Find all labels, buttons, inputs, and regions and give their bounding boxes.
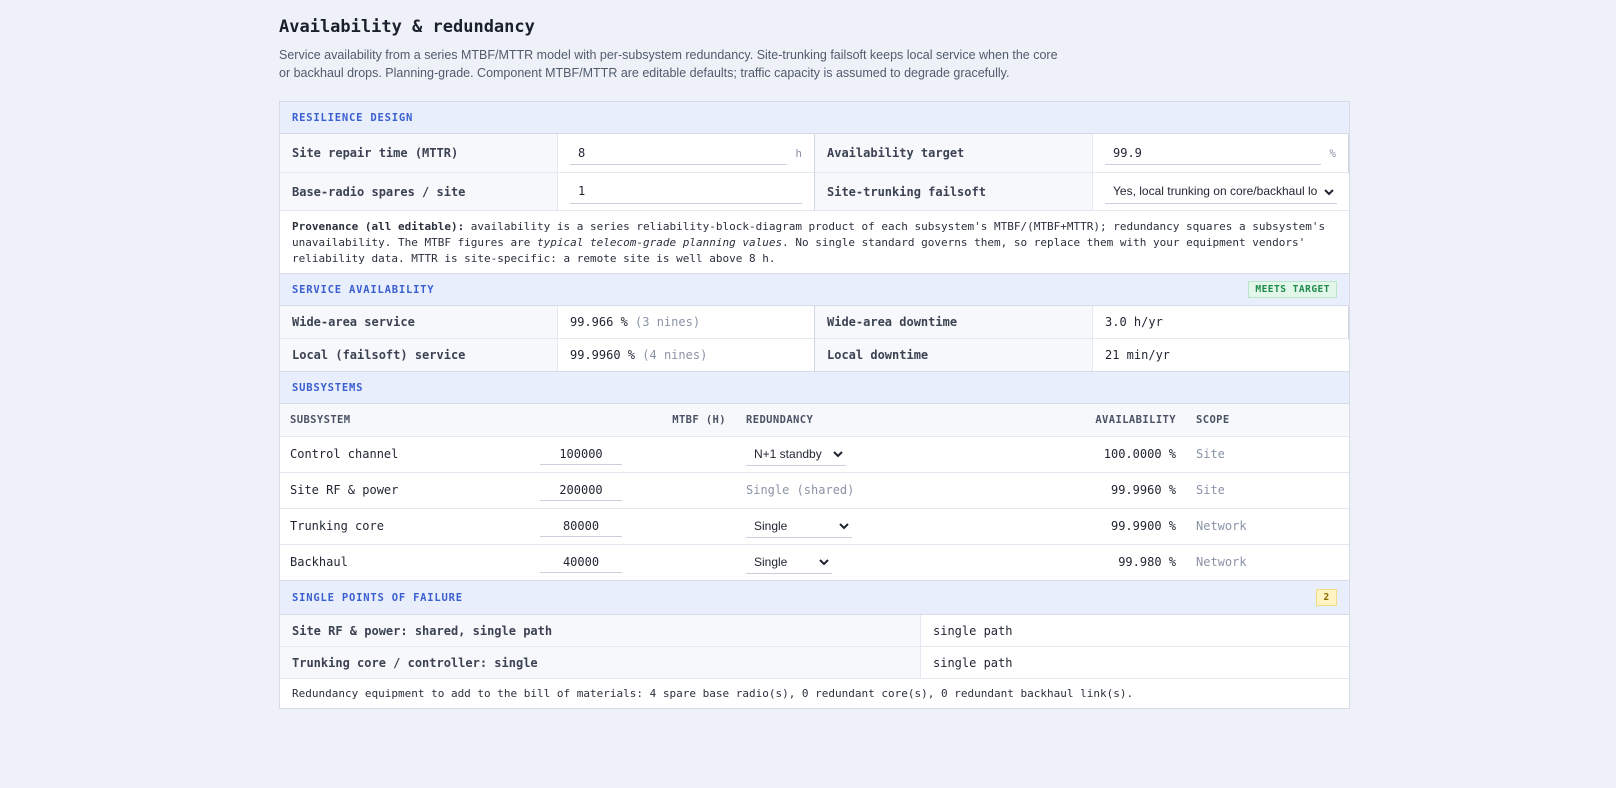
redundancy-cell: Single (736, 508, 936, 545)
mttr-unit: h (795, 146, 802, 160)
availability-value: 99.9960 % (936, 472, 1186, 509)
local-label: Local (failsoft) service (280, 339, 558, 371)
mtbf-input[interactable] (540, 479, 622, 501)
mtbf-input[interactable] (540, 551, 622, 573)
subsystem-name: Control channel (280, 436, 520, 473)
table-row: Trunking core Single 99.9900 % Network (280, 508, 1349, 545)
mtbf-cell (520, 544, 736, 580)
target-unit: % (1329, 146, 1336, 160)
redundancy-cell: Single (736, 544, 936, 580)
mttr-label: Site repair time (MTTR) (280, 134, 558, 173)
spof-item-label: Trunking core / controller: single (280, 647, 921, 679)
col-scope: SCOPE (1186, 404, 1349, 437)
failsoft-cell: Yes, local trunking on core/backhaul los… (1093, 173, 1349, 211)
spares-label: Base-radio spares / site (280, 173, 558, 211)
subsystem-name: Site RF & power (280, 472, 520, 509)
spares-input[interactable] (570, 179, 802, 204)
table-row: Site RF & power Single (shared) 99.9960 … (280, 472, 1349, 509)
spof-section: SINGLE POINTS OF FAILURE 2 Site RF & pow… (279, 581, 1350, 709)
availability-value: 99.9900 % (936, 508, 1186, 545)
redundancy-select[interactable]: Single (746, 514, 852, 538)
mtbf-input[interactable] (540, 515, 622, 537)
failsoft-label: Site-trunking failsoft (815, 173, 1093, 211)
wide-area-label: Wide-area service (280, 306, 558, 339)
scope-value: Network (1186, 508, 1349, 545)
subsystem-name: Backhaul (290, 555, 348, 570)
redundancy-select[interactable]: N+1 standby (746, 442, 846, 466)
provenance-note: Provenance (all editable): availability … (292, 220, 1326, 265)
mtbf-input[interactable] (540, 443, 622, 465)
page-intro: Service availability from a series MTBF/… (279, 48, 1058, 80)
col-mtbf: MTBF (H) (520, 404, 736, 437)
target-input[interactable] (1105, 141, 1322, 165)
availability-value: 99.980 % (1118, 555, 1176, 570)
service-header: SERVICE AVAILABILITY MEETS TARGET (280, 274, 1349, 306)
col-subsystem: SUBSYSTEM (280, 404, 520, 437)
resilience-section: RESILIENCE DESIGN Site repair time (MTTR… (279, 101, 1350, 274)
scope-value: Site (1186, 472, 1349, 509)
resilience-header: RESILIENCE DESIGN (280, 102, 1349, 134)
mttr-input[interactable] (570, 141, 788, 165)
spof-count-badge: 2 (1316, 589, 1337, 606)
scope-value: Network (1196, 555, 1247, 570)
subsystems-header: SUBSYSTEMS (280, 372, 1349, 404)
subsystems-section: SUBSYSTEMS SUBSYSTEM MTBF (H) REDUNDANCY… (279, 372, 1350, 581)
status-badge: MEETS TARGET (1248, 281, 1337, 298)
page-title: Availability & redundancy (279, 17, 535, 37)
spof-item-label: Site RF & power: shared, single path (280, 615, 921, 647)
wide-downtime-value: 3.0 h/yr (1093, 306, 1349, 339)
availability-value: 100.0000 % (936, 436, 1186, 473)
spof-item-value: single path (921, 647, 1349, 679)
page: Availability & redundancy Service availa… (279, 0, 1350, 709)
mttr-cell: h (558, 134, 815, 173)
mtbf-cell (520, 508, 736, 545)
target-cell: % (1093, 134, 1349, 173)
spof-item-value: single path (921, 615, 1349, 647)
table-row: Control channel N+1 standby 100.0000 % S… (280, 436, 1349, 473)
wide-area-value: 99.966 % (3 nines) (558, 306, 815, 339)
redundancy-value: Single (shared) (736, 472, 936, 509)
spof-header: SINGLE POINTS OF FAILURE 2 (280, 581, 1349, 615)
wide-downtime-label: Wide-area downtime (815, 306, 1093, 339)
failsoft-select[interactable]: Yes, local trunking on core/backhaul los… (1105, 179, 1337, 204)
local-downtime-label: Local downtime (815, 339, 1093, 371)
target-label: Availability target (815, 134, 1093, 173)
redundancy-select[interactable]: Single (746, 550, 832, 575)
service-section: SERVICE AVAILABILITY MEETS TARGET Wide-a… (279, 274, 1350, 372)
mtbf-cell (520, 436, 736, 473)
spares-cell (558, 173, 815, 211)
mtbf-cell (520, 472, 736, 509)
local-value: 99.9960 % (4 nines) (558, 339, 815, 371)
table-row: Backhaul Single 99.980 % Network (280, 544, 1349, 580)
redundancy-cell: N+1 standby (736, 436, 936, 473)
subsystems-table: SUBSYSTEM MTBF (H) REDUNDANCY AVAILABILI… (280, 404, 1349, 580)
subsystem-name: Trunking core (280, 508, 520, 545)
bom-note: Redundancy equipment to add to the bill … (292, 687, 1134, 700)
local-downtime-value: 21 min/yr (1105, 348, 1171, 362)
col-availability: AVAILABILITY (936, 404, 1186, 437)
col-redundancy: REDUNDANCY (736, 404, 936, 437)
scope-value: Site (1186, 436, 1349, 473)
